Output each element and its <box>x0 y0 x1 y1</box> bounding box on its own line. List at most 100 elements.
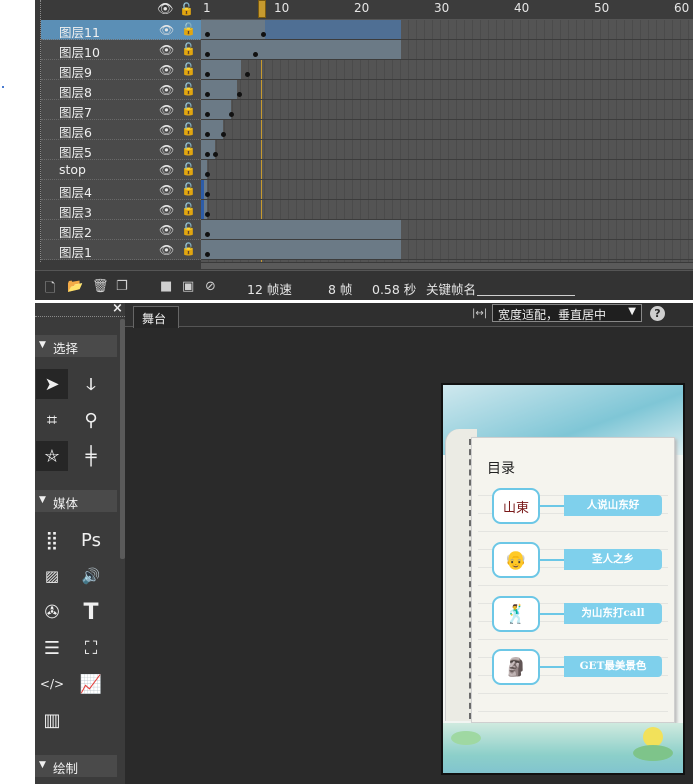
frame-row[interactable] <box>201 240 693 260</box>
new-folder-icon[interactable]: 📂 <box>67 279 83 294</box>
visibility-eye-icon[interactable]: 👁 <box>159 183 174 197</box>
toc-item[interactable]: 山東 人说山东好 <box>492 488 664 524</box>
visibility-eye-icon[interactable]: 👁 <box>159 23 174 37</box>
frame-grid[interactable] <box>201 20 693 262</box>
layer-row[interactable]: 图层3 👁 🔓 <box>41 200 201 220</box>
stage-canvas[interactable]: 目录 山東 人说山东好 👴 圣人之乡 🕺 为山东打call 🗿 GET最美景色 <box>441 383 685 775</box>
lock-icon[interactable]: 🔓 <box>181 242 196 256</box>
layer-row[interactable]: 图层5 👁 🔓 <box>41 140 201 160</box>
lock-all-icon[interactable]: 🔓 <box>179 2 194 16</box>
keyframe-dot[interactable] <box>237 92 242 97</box>
lock-icon[interactable]: 🔓 <box>181 142 196 156</box>
text-icon[interactable]: T <box>75 597 107 627</box>
playhead-handle[interactable] <box>258 0 266 18</box>
lock-icon[interactable]: 🔓 <box>181 162 196 176</box>
layer-row[interactable]: 图层4 👁 🔓 <box>41 180 201 200</box>
layer-row[interactable]: stop 👁 🔓 <box>41 160 201 180</box>
frame-row[interactable] <box>201 80 693 100</box>
keyframe-dot[interactable] <box>205 252 210 257</box>
keyframe-dot[interactable] <box>213 152 218 157</box>
keyframe-dot[interactable] <box>205 152 210 157</box>
guides-icon[interactable]: ╪ <box>75 441 107 471</box>
insert-keyframe-icon[interactable]: ▣ <box>182 279 194 294</box>
film-strip-icon[interactable]: ▥ <box>36 705 68 735</box>
new-layer-icon[interactable]: 🗋 <box>45 279 55 301</box>
video-reel-icon[interactable]: ✇ <box>36 597 68 627</box>
frame-row[interactable] <box>201 180 693 200</box>
fit-mode-select[interactable]: 宽度适配，垂直居中 ▼ <box>492 304 642 322</box>
paragraph-icon[interactable]: ☰ <box>36 633 68 663</box>
visibility-eye-icon[interactable]: 👁 <box>159 143 174 157</box>
visibility-eye-icon[interactable]: 👁 <box>159 203 174 217</box>
toc-item[interactable]: 🗿 GET最美景色 <box>492 649 664 685</box>
close-icon[interactable]: × <box>112 301 123 316</box>
frame-row[interactable] <box>201 160 693 180</box>
keyframe-dot[interactable] <box>205 132 210 137</box>
keyframe-dot[interactable] <box>205 192 210 197</box>
frame-row[interactable] <box>201 220 693 240</box>
frame-row[interactable] <box>201 60 693 80</box>
section-draw[interactable]: ▼ 绘制 <box>35 755 117 777</box>
presentation-icon[interactable]: ⛶ <box>75 633 107 663</box>
code-icon[interactable]: </> <box>36 669 68 699</box>
keyframe-dot[interactable] <box>205 232 210 237</box>
keyframe-dot[interactable] <box>205 32 210 37</box>
frame-row[interactable] <box>201 20 693 40</box>
lock-icon[interactable]: 🔓 <box>181 22 196 36</box>
tab-stage[interactable]: 舞台 <box>133 306 179 328</box>
toc-item[interactable]: 🕺 为山东打call <box>492 596 664 632</box>
keyframe-dot[interactable] <box>221 132 226 137</box>
transform-icon[interactable]: ⌗ <box>36 405 68 435</box>
lock-icon[interactable]: 🔓 <box>181 122 196 136</box>
layer-row[interactable]: 图层11 👁 🔓 <box>41 20 201 40</box>
grid-icon[interactable]: ⣿ <box>36 525 68 555</box>
layer-row[interactable]: 图层2 👁 🔓 <box>41 220 201 240</box>
frame-row[interactable] <box>201 100 693 120</box>
delete-layer-icon[interactable]: 🗑 <box>92 279 109 294</box>
keyframe-dot[interactable] <box>205 212 210 217</box>
lock-icon[interactable]: 🔓 <box>181 202 196 216</box>
frame-ruler[interactable]: 1 10 20 30 40 50 60 <box>201 0 693 20</box>
help-icon[interactable]: ? <box>650 306 665 321</box>
layer-row[interactable]: 图层10 👁 🔓 <box>41 40 201 60</box>
keyframe-dot[interactable] <box>229 112 234 117</box>
sound-icon[interactable]: 🔊 <box>75 561 107 591</box>
keyframe-dot[interactable] <box>205 172 210 177</box>
star-shape-icon[interactable]: ⛤ <box>36 441 68 471</box>
layer-row[interactable]: 图层1 👁 🔓 <box>41 240 201 260</box>
keyframe-dot[interactable] <box>261 32 266 37</box>
clear-keyframe-icon[interactable]: ⊘ <box>205 279 216 294</box>
visibility-eye-icon[interactable]: 👁 <box>159 63 174 77</box>
visibility-eye-icon[interactable]: 👁 <box>159 223 174 237</box>
frame-row[interactable] <box>201 140 693 160</box>
frame-row[interactable] <box>201 200 693 220</box>
keyframe-dot[interactable] <box>253 52 258 57</box>
layer-row[interactable]: 图层6 👁 🔓 <box>41 120 201 140</box>
lock-icon[interactable]: 🔓 <box>181 62 196 76</box>
lock-icon[interactable]: 🔓 <box>181 82 196 96</box>
visibility-eye-icon[interactable]: 👁 <box>159 163 174 177</box>
lock-icon[interactable]: 🔓 <box>181 102 196 116</box>
lock-icon[interactable]: 🔓 <box>181 42 196 56</box>
frame-row[interactable] <box>201 40 693 60</box>
photoshop-icon[interactable]: Ps <box>75 525 107 555</box>
arrow-select-icon[interactable]: ➤ <box>36 369 68 399</box>
copy-layer-icon[interactable]: ❐ <box>116 279 128 294</box>
chart-icon[interactable]: 📈 <box>75 669 107 699</box>
keyframe-name-input[interactable] <box>477 295 575 296</box>
visibility-eye-icon[interactable]: 👁 <box>159 83 174 97</box>
keyframe-dot[interactable] <box>205 92 210 97</box>
lock-icon[interactable]: 🔓 <box>181 222 196 236</box>
timeline-scrollbar[interactable] <box>201 263 693 269</box>
insert-frame-icon[interactable]: ■ <box>160 279 172 294</box>
keyframe-dot[interactable] <box>205 112 210 117</box>
zoom-icon[interactable]: ⚲ <box>75 405 107 435</box>
keyframe-dot[interactable] <box>205 72 210 77</box>
keyframe-dot[interactable] <box>205 52 210 57</box>
lock-icon[interactable]: 🔓 <box>181 182 196 196</box>
show-all-eye-icon[interactable]: 👁 <box>157 2 174 17</box>
layer-row[interactable]: 图层8 👁 🔓 <box>41 80 201 100</box>
image-icon[interactable]: ▨ <box>36 561 68 591</box>
visibility-eye-icon[interactable]: 👁 <box>159 243 174 257</box>
visibility-eye-icon[interactable]: 👁 <box>159 123 174 137</box>
